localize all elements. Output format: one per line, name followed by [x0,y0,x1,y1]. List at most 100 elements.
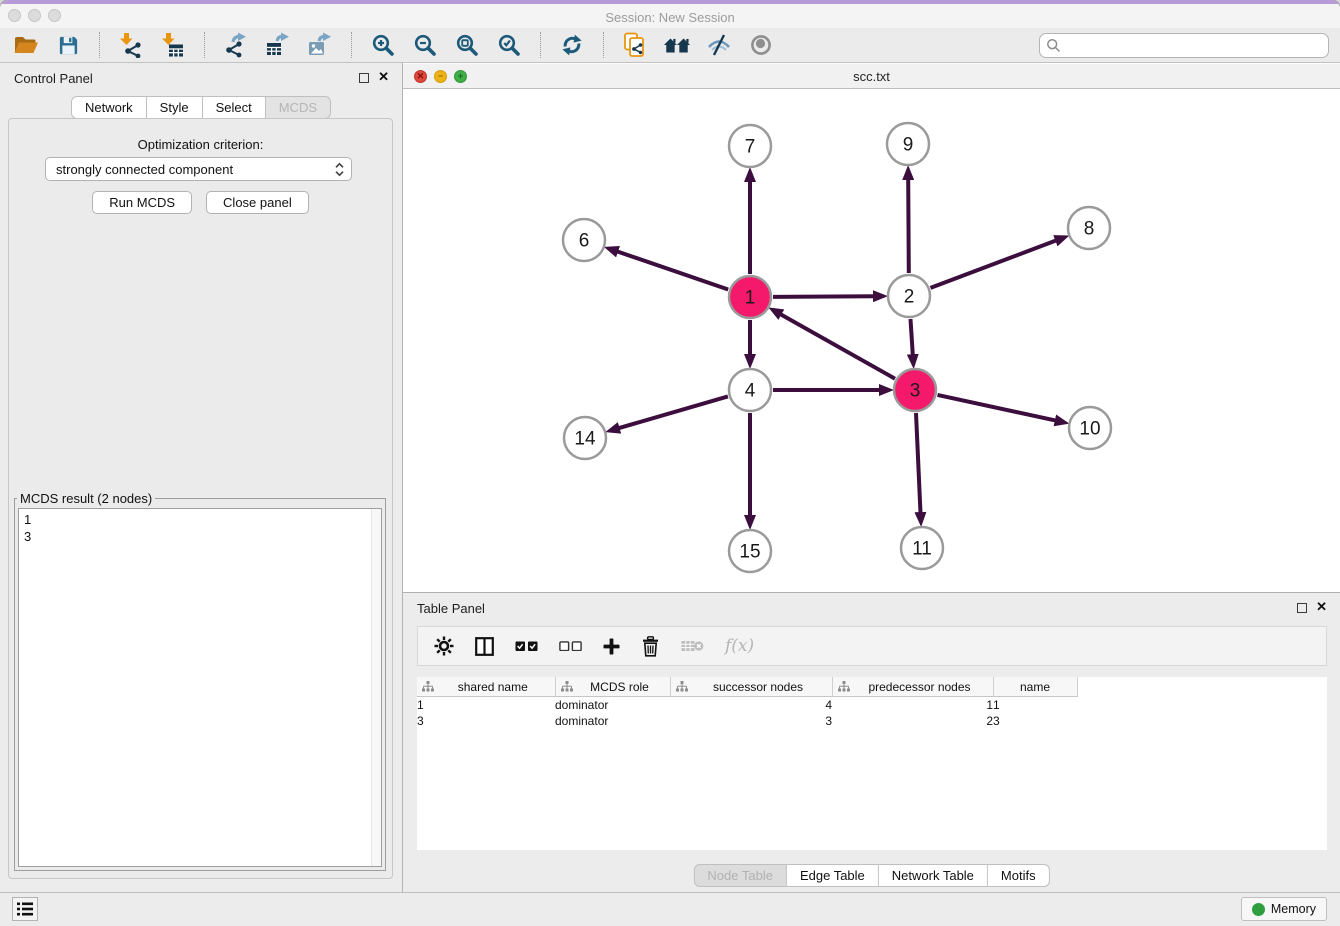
delete-table-icon[interactable] [681,639,704,653]
search-icon [1046,38,1061,53]
zoom-in-icon[interactable] [369,31,397,59]
function-builder-icon[interactable]: f(x) [725,636,754,656]
table-cell[interactable]: 1 [993,697,1077,714]
graph-edge-3-11[interactable] [916,413,921,513]
export-network-icon[interactable] [222,31,250,59]
toolbar-separator [99,32,100,58]
search-input[interactable] [1065,34,1322,56]
table-cell[interactable]: dominator [555,697,670,714]
column-header-shared-name[interactable]: shared name [417,677,555,697]
tab-style[interactable]: Style [147,96,203,119]
refresh-view-icon[interactable] [558,31,586,59]
network-canvas[interactable]: 7968124314101511 [403,89,1340,592]
shared-column-icon [422,681,434,692]
graph-edge-1-6[interactable] [617,251,728,289]
graph-edge-1-2[interactable] [773,296,874,297]
control-panel-tabs: Network Style Select MCDS [71,96,331,119]
tab-mcds[interactable]: MCDS [266,96,331,119]
toolbar-separator [540,32,541,58]
column-header-mcds-role[interactable]: MCDS role [555,677,670,697]
table-cell[interactable]: 3 [993,713,1077,729]
mcds-result-list[interactable]: 1 3 [18,508,382,867]
graph-node-label-14: 14 [574,429,596,450]
zoom-fit-icon[interactable] [453,31,481,59]
import-table-icon[interactable] [159,31,187,59]
node-table: shared name MCDS role successor nodes pr… [417,677,1327,850]
graph-edge-3-10[interactable] [938,395,1056,421]
table-cell[interactable]: 3 [417,713,555,729]
graph-edge-2-9[interactable] [908,179,909,273]
toolbar-separator [603,32,604,58]
close-table-panel-icon[interactable]: ✕ [1316,599,1327,615]
column-header-name[interactable]: name [993,677,1077,697]
close-panel-icon[interactable]: ✕ [378,69,389,85]
save-session-icon[interactable] [54,31,82,59]
network-window-title: scc.txt [403,64,1340,89]
task-history-button[interactable] [12,897,38,921]
memory-button[interactable]: Memory [1241,897,1327,921]
table-panel-tabs: Node Table Edge Table Network Table Moti… [693,864,1049,887]
clone-network-icon[interactable] [621,31,649,59]
toolbar-separator [204,32,205,58]
memory-label: Memory [1271,902,1316,916]
table-cell-filler [1077,697,1327,714]
graph-edge-3-1[interactable] [781,314,896,379]
close-panel-button[interactable]: Close panel [206,191,309,214]
network-window-titlebar[interactable]: ✕ − + scc.txt [403,63,1340,89]
create-column-icon[interactable] [603,638,620,655]
mcds-tab-panel: Optimization criterion: strongly connect… [8,118,393,879]
run-mcds-button[interactable]: Run MCDS [92,191,192,214]
show-graphics-details-icon[interactable] [747,31,775,59]
import-network-icon[interactable] [117,31,145,59]
task-list-icon [16,901,34,917]
table-cell[interactable]: 1 [417,697,555,714]
tab-network[interactable]: Network [71,96,147,119]
status-bar: Memory [0,892,1340,926]
zoom-selected-icon[interactable] [495,31,523,59]
graph-node-label-2: 2 [904,287,915,308]
memory-status-icon [1252,903,1265,916]
export-image-icon[interactable] [306,31,334,59]
graph-node-label-9: 9 [903,135,914,156]
float-table-panel-icon[interactable] [1297,603,1307,613]
tab-node-table[interactable]: Node Table [693,864,787,887]
hide-selected-icon[interactable] [705,31,733,59]
float-panel-icon[interactable] [359,73,369,83]
table-settings-icon[interactable] [434,636,454,656]
table-cell[interactable]: dominator [555,713,670,729]
search-field[interactable] [1039,33,1329,58]
control-panel-title: Control Panel [14,71,93,86]
tab-motifs[interactable]: Motifs [988,864,1050,887]
graph-edge-2-8[interactable] [931,240,1057,288]
graph-edge-2-3[interactable] [911,319,913,355]
tab-network-table[interactable]: Network Table [879,864,988,887]
tab-edge-table[interactable]: Edge Table [787,864,879,887]
select-all-icon[interactable] [515,641,538,651]
export-table-icon[interactable] [264,31,292,59]
table-cell[interactable]: 4 [670,697,832,714]
column-header-predecessor-nodes[interactable]: predecessor nodes [832,677,993,697]
table-cell[interactable]: 3 [670,713,832,729]
deselect-all-icon[interactable] [559,641,582,651]
zoom-out-icon[interactable] [411,31,439,59]
result-scrollbar[interactable] [371,509,381,866]
first-neighbors-icon[interactable] [663,31,691,59]
show-columns-icon[interactable] [475,637,494,656]
column-header-successor-nodes[interactable]: successor nodes [670,677,832,697]
graph-node-label-3: 3 [910,381,921,402]
graph-node-label-6: 6 [579,231,590,252]
table-cell[interactable]: 2 [832,713,993,729]
open-file-icon[interactable] [12,31,40,59]
delete-columns-icon[interactable] [641,636,660,657]
tab-select[interactable]: Select [203,96,266,119]
graph-edge-4-14[interactable] [619,396,728,428]
optimization-criterion-select[interactable]: strongly connected component [45,157,352,181]
table-row[interactable]: 1dominator411 [417,697,1327,714]
graph-node-label-8: 8 [1084,219,1095,240]
table-row[interactable]: 3dominator323 [417,713,1327,729]
toolbar-separator [351,32,352,58]
table-cell[interactable]: 1 [832,697,993,714]
graph-node-label-10: 10 [1079,419,1100,440]
application-window: Session: New Session [0,0,1340,926]
shared-column-icon [676,681,688,692]
